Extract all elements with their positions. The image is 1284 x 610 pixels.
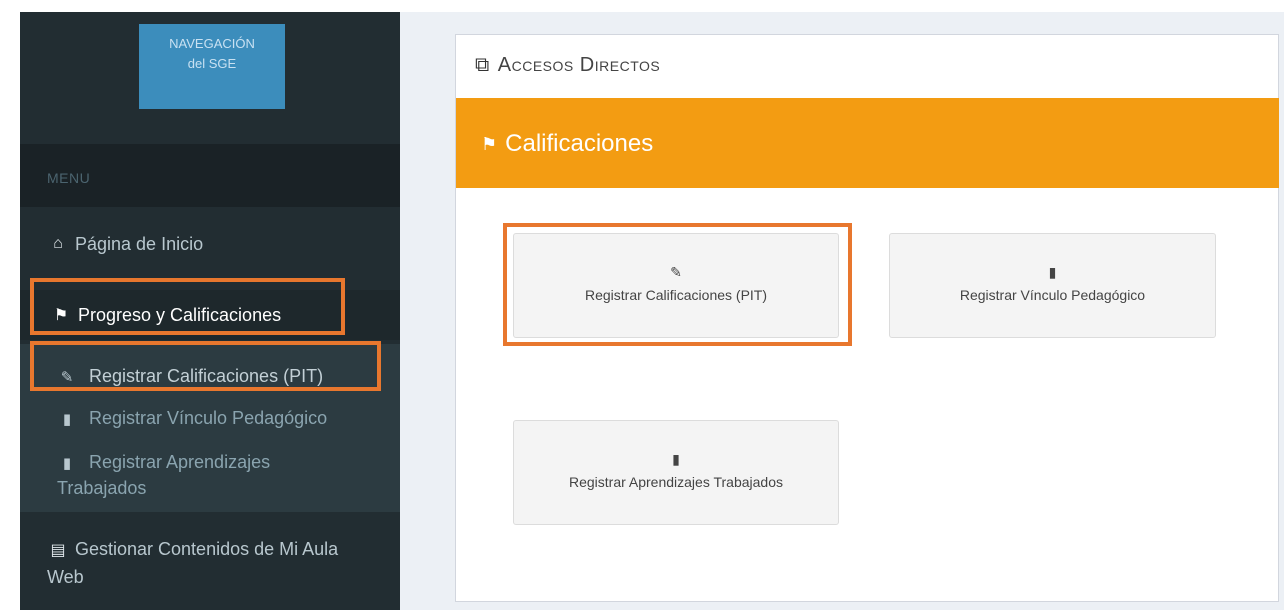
section-title: ⚑ Calificaciones [481,130,653,158]
edit-icon: ✎ [670,264,682,280]
sidebar: NAVEGACIÓN del SGE MENU ⌂ Página de Inic… [20,12,400,610]
book-icon: ▮ [1048,264,1057,280]
nav-sge-button[interactable]: NAVEGACIÓN del SGE [139,24,285,109]
submenu-item-registrar-vinculo[interactable]: ▮ Registrar Vínculo Pedagógico [20,406,400,432]
sidebar-item-label: Página de Inicio [75,233,204,254]
book-icon: ▮ [62,455,72,472]
submenu-item-label: Registrar Vínculo Pedagógico [89,408,328,428]
book-icon: ▮ [672,451,680,467]
book-icon: ▮ [62,411,72,428]
flag-checkered-icon: ⚑ [481,133,498,154]
submenu-item-label: Registrar Aprendizajes Trabajados [57,452,271,498]
sidebar-item-progreso[interactable]: ⚑ Progreso y Calificaciones [20,290,400,340]
gestionar-label-text: Gestionar Contenidos de Mi Aula Web [47,539,339,587]
sidebar-item-label: Progreso y Calificaciones [78,304,282,325]
panel-title-text: Accesos Directos [497,53,661,76]
card-label: Registrar Vínculo Pedagógico [959,287,1146,303]
flag-checkered-icon: ⚑ [53,307,69,324]
home-icon: ⌂ [53,235,63,252]
menu-header: MENU [20,144,400,207]
section-title-text: Calificaciones [505,130,654,157]
top-margin [0,0,1284,12]
submenu-item-label: Registrar Calificaciones (PIT) [89,366,324,386]
submenu-item-registrar-calificaciones[interactable]: ✎ Registrar Calificaciones (PIT) [20,364,400,390]
panel-title: ⧉ Accesos Directos [475,50,660,80]
submenu-progreso: ✎ Registrar Calificaciones (PIT) ▮ Registr… [20,344,400,512]
sidebar-item-gestionar[interactable]: ▤ Gestionar Contenidos de Mi Aula Web [20,532,400,602]
left-margin [0,0,20,610]
card-label: Registrar Calificaciones (PIT) [584,287,768,303]
external-link-icon: ⧉ [475,53,490,76]
card-registrar-aprendizajes[interactable]: ▮ Registrar Aprendizajes Trabajados [513,420,839,525]
card-registrar-calificaciones[interactable]: ✎ Registrar Calificaciones (PIT) [513,233,839,338]
submenu-item-registrar-aprendizajes[interactable]: ▮ Registrar Aprendizajes Trabajados [20,450,360,500]
right-edge [1279,12,1284,610]
edit-icon: ✎ [60,369,74,386]
card-registrar-vinculo[interactable]: ▮ Registrar Vínculo Pedagógico [889,233,1216,338]
nav-badge-line2: del SGE [187,56,237,71]
card-label: Registrar Aprendizajes Trabajados [568,474,783,490]
nav-badge-line1: NAVEGACIÓN [169,36,255,51]
bottom-edge [400,602,1284,610]
sidebar-item-home[interactable]: ⌂ Página de Inicio [20,226,400,262]
newspaper-icon: ▤ [50,542,66,559]
sidebar-item-label: ▤ Gestionar Contenidos de Mi Aula Web [47,536,360,590]
screenshot-frame: NAVEGACIÓN del SGE MENU ⌂ Página de Inic… [0,0,1284,610]
